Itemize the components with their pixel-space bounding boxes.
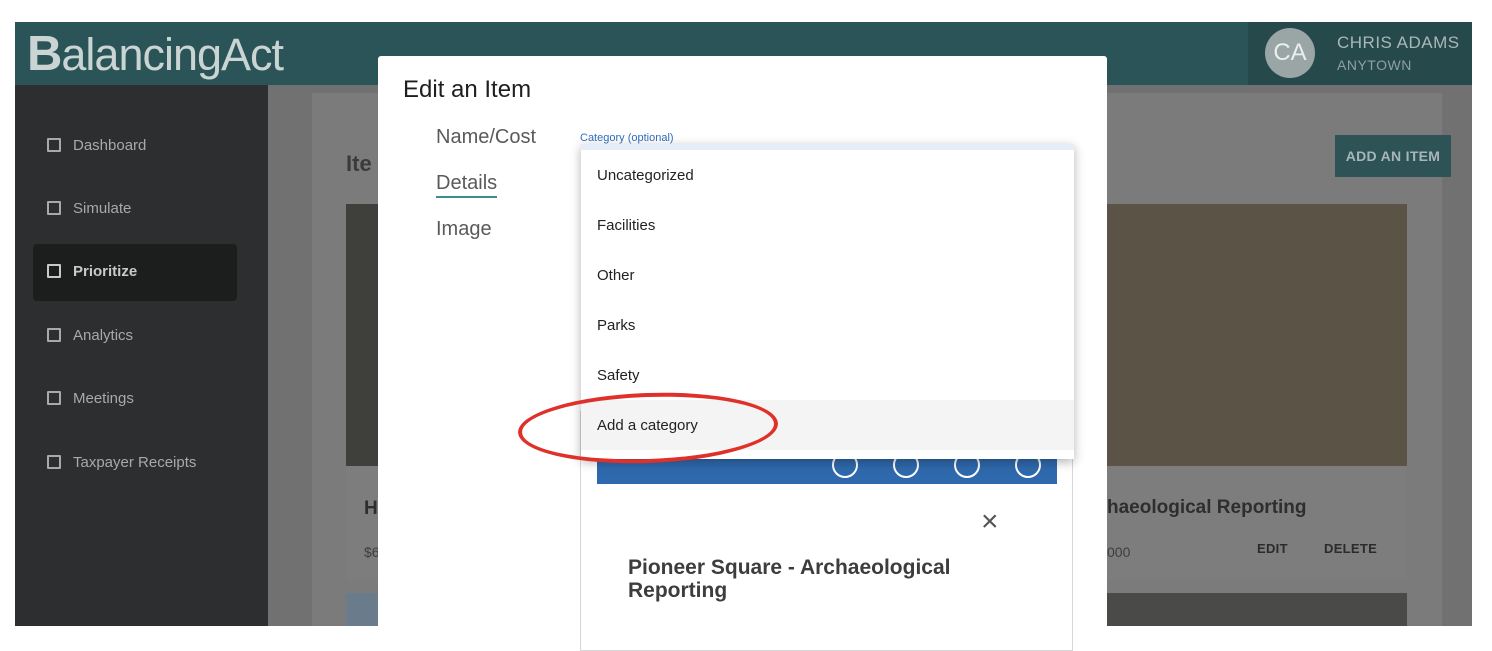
item-card[interactable]: haeological Reporting 000 EDIT DELETE xyxy=(1107,204,1407,580)
page-title: Ite xyxy=(346,151,372,176)
option-label: Other xyxy=(597,267,635,284)
sidebar-item-label: Taxpayer Receipts xyxy=(73,454,197,471)
item-card[interactable] xyxy=(1107,593,1407,626)
add-item-button[interactable]: ADD AN ITEM xyxy=(1335,135,1451,177)
category-field-label: Category (optional) xyxy=(580,132,674,144)
sidebar-item-analytics[interactable]: Analytics xyxy=(33,308,237,365)
receipt-icon xyxy=(47,455,61,469)
option-label: Uncategorized xyxy=(597,167,694,184)
logo-letter: B xyxy=(27,27,62,81)
sidebar-item-label: Prioritize xyxy=(73,263,138,280)
meetings-icon xyxy=(47,391,61,405)
option-label: Parks xyxy=(597,317,636,334)
user-town: ANYTOWN xyxy=(1337,57,1412,73)
dashboard-icon xyxy=(47,138,61,152)
tab-name-cost[interactable]: Name/Cost xyxy=(436,126,536,149)
option-other[interactable]: Other xyxy=(581,250,1074,300)
simulate-icon xyxy=(47,201,61,215)
avatar[interactable]: CA xyxy=(1265,28,1315,78)
user-name: CHRIS ADAMS xyxy=(1337,33,1460,52)
sidebar-item-label: Dashboard xyxy=(73,137,147,154)
preview-title: Pioneer Square - Archaeological Reportin… xyxy=(628,556,951,602)
item-cost: 000 xyxy=(1107,544,1131,560)
user-menu[interactable]: CA CHRIS ADAMS ANYTOWN xyxy=(1248,22,1472,85)
dialog-title: Edit an Item xyxy=(403,76,532,103)
delete-button[interactable]: DELETE xyxy=(1324,541,1377,556)
option-label: Safety xyxy=(597,367,640,384)
option-facilities[interactable]: Facilities xyxy=(581,200,1074,250)
edit-button[interactable]: EDIT xyxy=(1257,541,1288,556)
sidebar-item-prioritize[interactable]: Prioritize xyxy=(33,244,237,301)
option-parks[interactable]: Parks xyxy=(581,300,1074,350)
sidebar-item-label: Simulate xyxy=(73,200,132,217)
balancingact-logo[interactable]: BalancingAct xyxy=(27,26,284,82)
sidebar-item-meetings[interactable]: Meetings xyxy=(33,371,237,428)
sidebar-item-label: Analytics xyxy=(73,327,134,344)
sidebar-item-label: Meetings xyxy=(73,390,134,407)
sidebar-item-dashboard[interactable]: Dashboard xyxy=(33,118,237,175)
tab-details[interactable]: Details xyxy=(436,172,498,198)
prioritize-icon xyxy=(47,264,61,278)
sidebar-item-simulate[interactable]: Simulate xyxy=(33,181,237,238)
close-icon[interactable]: × xyxy=(981,507,999,537)
item-title: haeological Reporting xyxy=(1107,497,1307,518)
item-title: H xyxy=(364,498,378,519)
item-image xyxy=(1107,204,1407,466)
analytics-icon xyxy=(47,328,61,342)
tab-image[interactable]: Image xyxy=(436,218,492,241)
sidebar-item-taxpayer-receipts[interactable]: Taxpayer Receipts xyxy=(33,435,237,492)
logo-text: alancingAct xyxy=(61,29,284,80)
option-uncategorized[interactable]: Uncategorized xyxy=(581,150,1074,200)
option-label: Facilities xyxy=(597,217,656,234)
sidebar: Dashboard Simulate Prioritize Analytics … xyxy=(15,85,268,626)
